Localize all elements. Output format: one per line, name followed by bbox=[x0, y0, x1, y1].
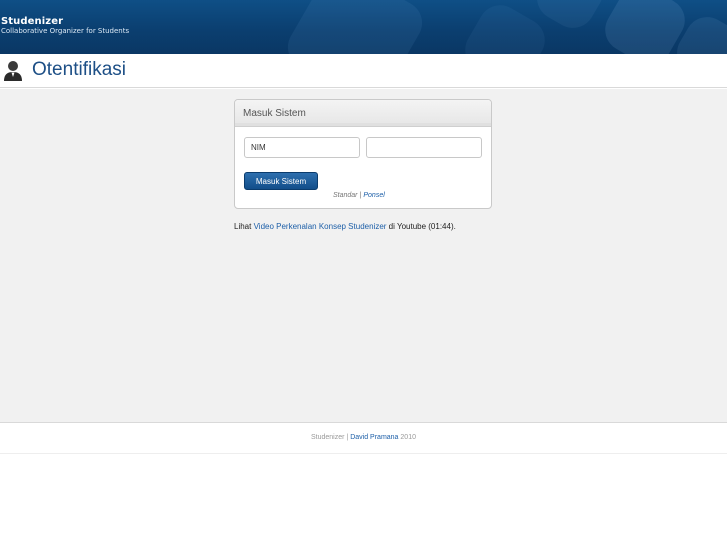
footer-app-name: Studenizer bbox=[311, 434, 345, 441]
banner-decoration bbox=[279, 0, 431, 54]
page-title: Otentifikasi bbox=[32, 59, 126, 80]
login-panel-title: Masuk Sistem bbox=[243, 108, 306, 119]
intro-prefix: Lihat bbox=[234, 222, 252, 231]
brand-name: Studenizer bbox=[1, 16, 64, 27]
nim-input[interactable] bbox=[244, 137, 360, 158]
mode-separator: | bbox=[359, 192, 362, 199]
footer-author-link[interactable]: David Pramana bbox=[350, 434, 398, 441]
mode-mobile-link[interactable]: Ponsel bbox=[363, 192, 384, 199]
user-icon bbox=[3, 60, 23, 82]
footer-separator: | bbox=[346, 434, 349, 441]
page-title-bar: Otentifikasi bbox=[0, 54, 727, 88]
intro-text: Lihat Video Perkenalan Konsep Studenizer… bbox=[234, 222, 456, 231]
footer: Studenizer | David Pramana 2010 bbox=[0, 422, 727, 454]
login-panel-header: Masuk Sistem bbox=[235, 100, 491, 127]
brand-tagline: Collaborative Organizer for Students bbox=[1, 27, 130, 35]
login-panel: Masuk Sistem Masuk Sistem Standar|Ponsel bbox=[234, 99, 492, 209]
intro-suffix: di Youtube (01:44). bbox=[388, 222, 456, 231]
mode-standard-link[interactable]: Standar bbox=[333, 192, 358, 199]
intro-video-link[interactable]: Video Perkenalan Konsep Studenizer bbox=[254, 222, 387, 231]
main-content: Masuk Sistem Masuk Sistem Standar|Ponsel… bbox=[0, 89, 727, 422]
login-button[interactable]: Masuk Sistem bbox=[244, 172, 318, 190]
footer-year: 2010 bbox=[400, 434, 416, 441]
mode-switch: Standar | Ponsel bbox=[333, 192, 385, 199]
password-input[interactable] bbox=[366, 137, 482, 158]
header-banner: Studenizer Collaborative Organizer for S… bbox=[0, 0, 727, 54]
